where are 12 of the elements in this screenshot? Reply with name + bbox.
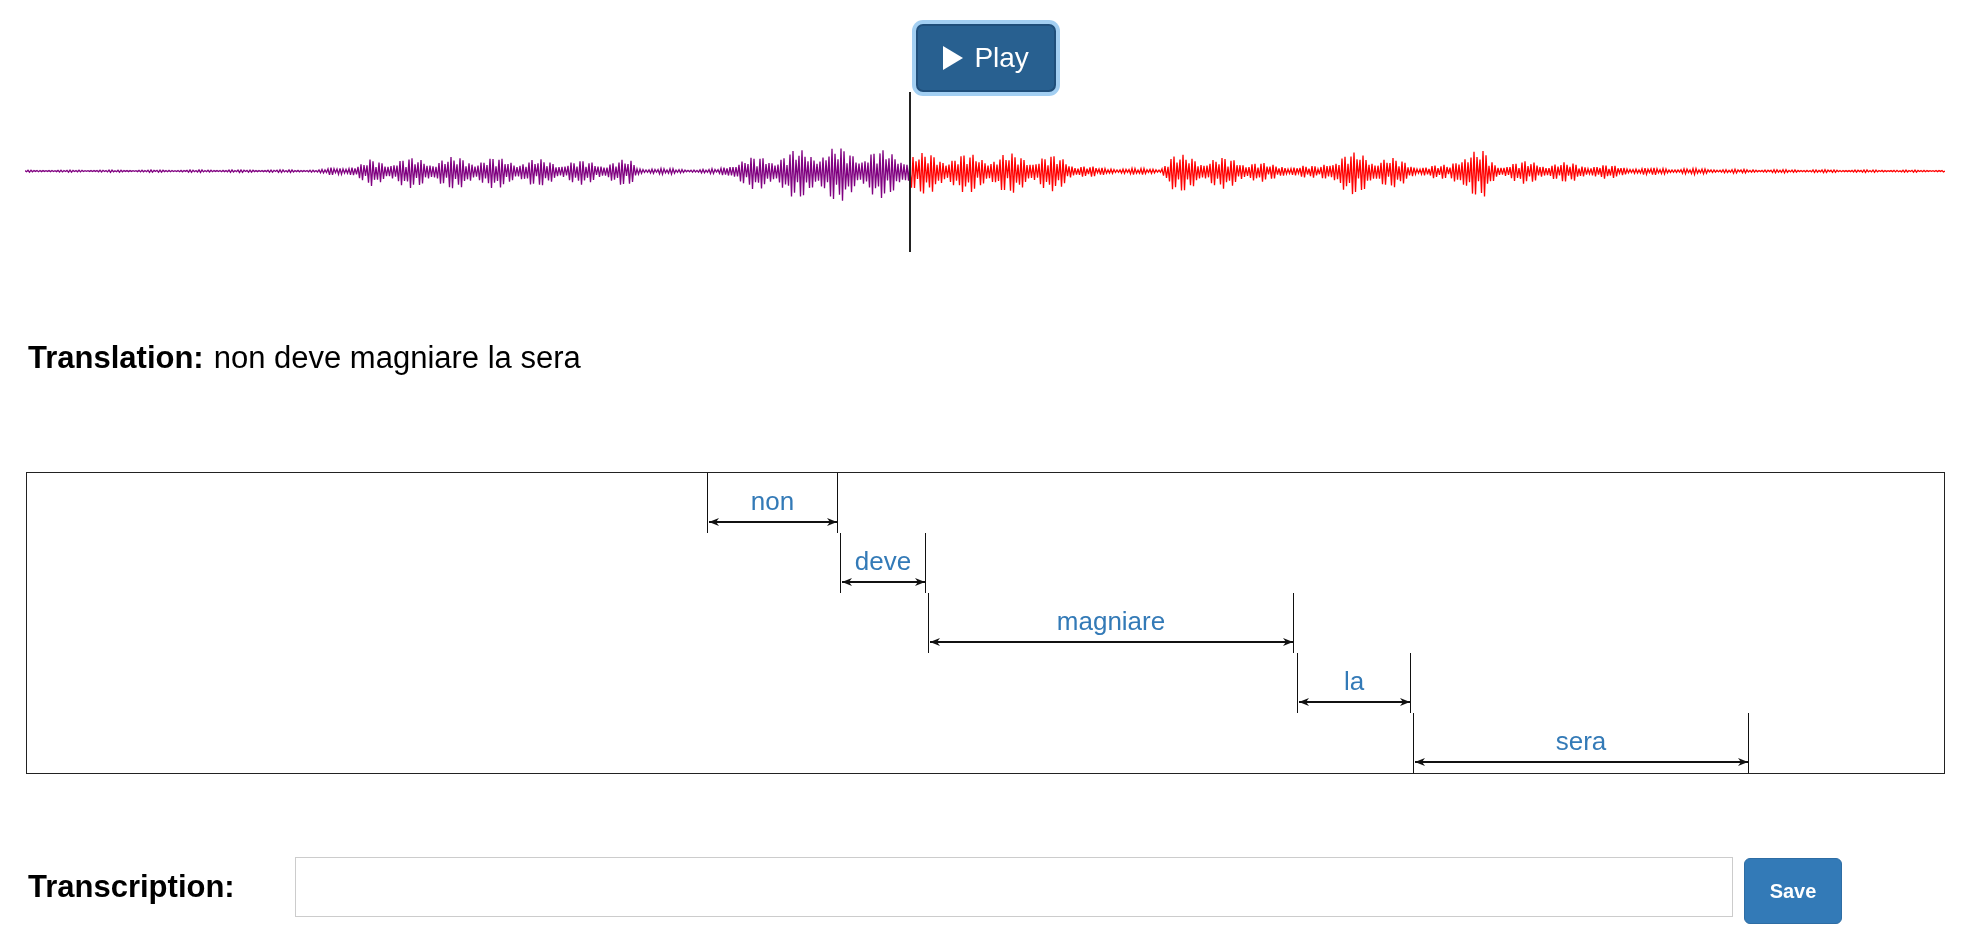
play-icon [943,46,964,70]
word-label: deve [854,546,912,576]
word-label: non [750,486,795,516]
save-button[interactable]: Save [1744,858,1842,924]
word-label: sera [1555,726,1607,756]
translation-label: Translation: [28,340,204,376]
word-label: magniare [1056,606,1166,636]
transcription-input[interactable] [295,857,1733,917]
transcription-label: Transcription: [28,869,235,905]
word-label: la [1343,666,1365,696]
translation-text: non deve magniare la sera [213,340,581,376]
play-button[interactable]: Play [916,24,1057,92]
